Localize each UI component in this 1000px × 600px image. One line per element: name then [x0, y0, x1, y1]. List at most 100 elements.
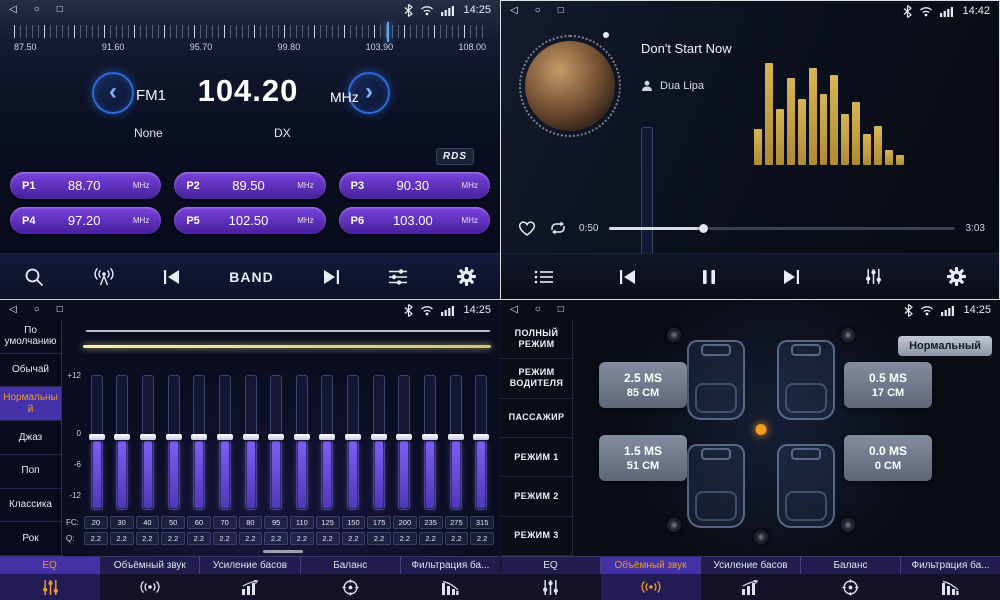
- eq-sliders-icon[interactable]: [0, 574, 100, 600]
- eq-band-slider-125[interactable]: [315, 375, 341, 510]
- listening-mode-0[interactable]: ПОЛНЫЙ РЕЖИМ: [501, 320, 572, 359]
- favorite-icon[interactable]: [517, 219, 537, 237]
- eq-band-slider-80[interactable]: [238, 375, 264, 510]
- slider-handle[interactable]: [191, 434, 207, 440]
- eq-band-slider-175[interactable]: [366, 375, 392, 510]
- back-icon[interactable]: ◁: [510, 305, 518, 315]
- slider-handle[interactable]: [448, 434, 464, 440]
- repeat-icon[interactable]: [548, 220, 568, 236]
- back-icon[interactable]: ◁: [510, 6, 518, 16]
- preset-button-p4[interactable]: P497.20MHz: [10, 207, 161, 234]
- slider-handle[interactable]: [140, 434, 156, 440]
- dx-mode-label[interactable]: DX: [274, 126, 291, 140]
- slider-handle[interactable]: [243, 434, 259, 440]
- back-icon[interactable]: ◁: [9, 305, 17, 315]
- next-track-icon[interactable]: [782, 269, 800, 285]
- eq-preset-4[interactable]: Поп: [0, 455, 61, 489]
- listening-mode-2[interactable]: ПАССАЖИР: [501, 399, 572, 438]
- slider-handle[interactable]: [473, 434, 489, 440]
- preset-button-p3[interactable]: P390.30MHz: [339, 172, 490, 199]
- balance-icon[interactable]: [800, 574, 900, 600]
- eq-preset-3[interactable]: Джаз: [0, 421, 61, 455]
- eq-preset-1[interactable]: Обычай: [0, 354, 61, 388]
- previous-station-icon[interactable]: [163, 269, 181, 285]
- recents-icon[interactable]: □: [558, 305, 564, 315]
- bass-boost-icon[interactable]: [701, 574, 801, 600]
- slider-handle[interactable]: [396, 434, 412, 440]
- tab-filter[interactable]: Фильтрация ба...: [901, 557, 1000, 574]
- eq-preset-6[interactable]: Рок: [0, 522, 61, 556]
- tab-filter[interactable]: Фильтрация ба...: [401, 557, 500, 574]
- home-icon[interactable]: ○: [535, 6, 541, 16]
- progress-bar[interactable]: [609, 227, 954, 230]
- slider-handle[interactable]: [114, 434, 130, 440]
- frequency-ruler[interactable]: 87.5091.6095.7099.80103.90108.00: [0, 22, 500, 64]
- eq-band-slider-40[interactable]: [135, 375, 161, 510]
- eq-band-slider-50[interactable]: [161, 375, 187, 510]
- surround-sound-icon[interactable]: [100, 574, 200, 600]
- eq-band-slider-275[interactable]: [443, 375, 469, 510]
- settings-gear-icon[interactable]: [457, 267, 476, 286]
- listening-mode-5[interactable]: РЕЖИМ 3: [501, 517, 572, 556]
- preset-button-p6[interactable]: P6103.00MHz: [339, 207, 490, 234]
- eq-band-slider-315[interactable]: [468, 375, 494, 510]
- bands-scrollbar[interactable]: [263, 550, 303, 553]
- eq-sliders-icon[interactable]: [501, 574, 601, 600]
- preset-button-p2[interactable]: P289.50MHz: [174, 172, 325, 199]
- eq-preset-5[interactable]: Классика: [0, 489, 61, 523]
- slider-handle[interactable]: [422, 434, 438, 440]
- preset-button-p1[interactable]: P188.70MHz: [10, 172, 161, 199]
- playlist-icon[interactable]: [534, 269, 554, 285]
- tab-surround-sound[interactable]: Объёмный звук: [100, 557, 200, 574]
- slider-handle[interactable]: [166, 434, 182, 440]
- delay-box-front-right[interactable]: 0.5 MS17 CM: [844, 362, 932, 408]
- tune-down-button[interactable]: ‹: [92, 72, 134, 114]
- sound-preset-button[interactable]: Нормальный: [898, 336, 992, 356]
- eq-sliders-icon[interactable]: [865, 268, 882, 285]
- slider-handle[interactable]: [319, 434, 335, 440]
- delay-box-rear-right[interactable]: 0.0 MS0 CM: [844, 435, 932, 481]
- preset-button-p5[interactable]: P5102.50MHz: [174, 207, 325, 234]
- recents-icon[interactable]: □: [558, 6, 564, 16]
- audio-adjust-icon[interactable]: [388, 268, 408, 286]
- album-art[interactable]: [525, 41, 615, 131]
- tab-eq[interactable]: EQ: [0, 557, 100, 574]
- delay-box-front-left[interactable]: 2.5 MS85 CM: [599, 362, 687, 408]
- settings-gear-icon[interactable]: [947, 267, 966, 286]
- next-station-icon[interactable]: [322, 269, 340, 285]
- listening-mode-4[interactable]: РЕЖИМ 2: [501, 477, 572, 516]
- surround-sound-icon[interactable]: [601, 574, 701, 600]
- tab-bass-boost[interactable]: Усиление басов: [701, 557, 801, 574]
- eq-band-slider-95[interactable]: [263, 375, 289, 510]
- listening-mode-3[interactable]: РЕЖИМ 1: [501, 438, 572, 477]
- tab-balance[interactable]: Баланс: [801, 557, 901, 574]
- filter-icon[interactable]: [400, 574, 500, 600]
- listening-mode-1[interactable]: РЕЖИМ ВОДИТЕЛЯ: [501, 359, 572, 398]
- eq-preset-0[interactable]: По умолчанию: [0, 320, 61, 354]
- slider-handle[interactable]: [268, 434, 284, 440]
- progress-knob[interactable]: [699, 224, 708, 233]
- tab-surround-sound[interactable]: Объёмный звук: [601, 557, 701, 574]
- delay-box-rear-left[interactable]: 1.5 MS51 CM: [599, 435, 687, 481]
- previous-track-icon[interactable]: [619, 269, 637, 285]
- tab-eq[interactable]: EQ: [501, 557, 601, 574]
- slider-handle[interactable]: [89, 434, 105, 440]
- eq-band-slider-60[interactable]: [187, 375, 213, 510]
- band-button[interactable]: BAND: [229, 269, 273, 285]
- balance-icon[interactable]: [300, 574, 400, 600]
- bass-boost-icon[interactable]: [200, 574, 300, 600]
- recents-icon[interactable]: □: [57, 305, 63, 315]
- eq-band-slider-30[interactable]: [110, 375, 136, 510]
- eq-band-slider-150[interactable]: [340, 375, 366, 510]
- recents-icon[interactable]: □: [57, 5, 63, 15]
- search-icon[interactable]: [24, 267, 44, 287]
- eq-band-slider-235[interactable]: [417, 375, 443, 510]
- home-icon[interactable]: ○: [535, 305, 541, 315]
- eq-band-slider-200[interactable]: [392, 375, 418, 510]
- slider-handle[interactable]: [345, 434, 361, 440]
- filter-icon[interactable]: [900, 574, 1000, 600]
- home-icon[interactable]: ○: [34, 5, 40, 15]
- slider-handle[interactable]: [371, 434, 387, 440]
- broadcast-icon[interactable]: [93, 268, 115, 286]
- eq-band-slider-110[interactable]: [289, 375, 315, 510]
